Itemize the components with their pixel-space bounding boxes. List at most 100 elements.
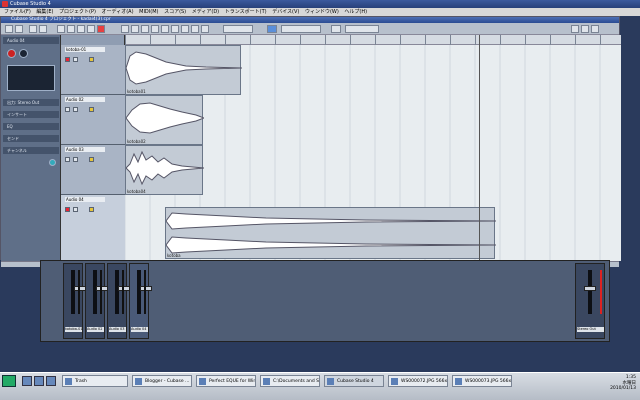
task-trash[interactable]: Trash	[62, 375, 128, 387]
track-mute-icon[interactable]	[65, 107, 70, 112]
menu-audio[interactable]: オーディオ(A)	[102, 9, 134, 15]
track-record-enable-icon[interactable]	[89, 207, 94, 212]
mixer-channel-strip[interactable]: Audio 04	[129, 263, 152, 339]
track-solo-icon[interactable]	[73, 57, 78, 62]
track-mute-icon[interactable]	[65, 157, 70, 162]
start-button[interactable]	[2, 375, 16, 387]
glue-tool-icon[interactable]	[151, 25, 159, 33]
track-name[interactable]: Audio 02	[65, 97, 105, 102]
auto-scroll-menu[interactable]	[223, 25, 253, 33]
activate-project-button[interactable]	[5, 25, 13, 33]
fader-cap[interactable]	[140, 286, 152, 291]
mixer-master-strip[interactable]: Stereo Out	[575, 263, 605, 339]
mixer-channel-strip[interactable]: Audio 03	[107, 263, 130, 339]
event-display[interactable]: kotoba01 kotoba02 kotoba04 kotoba	[125, 45, 621, 261]
zoom-tool-icon[interactable]	[171, 25, 179, 33]
window-maximize-icon[interactable]	[581, 25, 589, 33]
menu-devices[interactable]: デバイス(V)	[272, 9, 299, 15]
task-cubase[interactable]: Cubase Studio 4	[324, 375, 384, 387]
show-inspector-button[interactable]	[29, 25, 37, 33]
menu-score[interactable]: スコア(S)	[164, 9, 186, 15]
fader-track[interactable]	[93, 270, 108, 314]
track-mute-icon[interactable]	[65, 57, 70, 62]
menu-window[interactable]: ウィンドウ(W)	[305, 9, 339, 15]
task-ws000073[interactable]: WS000073.JPG 566x...	[452, 375, 512, 387]
mixer-channel-strip[interactable]: Audio 02	[85, 263, 108, 339]
insp-sends[interactable]: センド	[3, 135, 59, 142]
quicklaunch-ie-icon[interactable]	[22, 376, 32, 386]
window-close-icon[interactable]	[591, 25, 599, 33]
track-row[interactable]: Audio 04	[61, 195, 125, 261]
insp-channel[interactable]: チャンネル	[3, 147, 59, 154]
record-button[interactable]	[97, 25, 105, 33]
track-solo-icon[interactable]	[73, 107, 78, 112]
audio-event[interactable]: kotoba	[165, 207, 496, 259]
task-blogger[interactable]: Blogger - Cubase ...	[132, 375, 192, 387]
draw-tool-icon[interactable]	[191, 25, 199, 33]
range-select-tool-icon[interactable]	[131, 25, 139, 33]
insp-solo-icon[interactable]	[19, 49, 28, 58]
quantize-button[interactable]	[331, 25, 341, 33]
track-solo-icon[interactable]	[73, 207, 78, 212]
menu-edit[interactable]: 編集(E)	[36, 9, 53, 15]
inspector-track-name[interactable]: Audio 04	[3, 37, 59, 44]
fader-track[interactable]	[115, 270, 130, 314]
track-record-enable-icon[interactable]	[89, 107, 94, 112]
quicklaunch-desktop-icon[interactable]	[34, 376, 44, 386]
track-row[interactable]: kotoba-01	[61, 45, 125, 95]
playback-cursor[interactable]	[479, 35, 480, 261]
stop-button[interactable]	[77, 25, 85, 33]
track-row[interactable]: Audio 03	[61, 145, 125, 195]
fader-track[interactable]	[71, 270, 86, 314]
fader-track[interactable]	[137, 270, 152, 314]
menu-help[interactable]: ヘルプ(H)	[344, 9, 367, 15]
menu-transport[interactable]: トランスポート(T)	[225, 9, 267, 15]
constrain-delay-button[interactable]	[15, 25, 23, 33]
track-name[interactable]: Audio 03	[65, 147, 105, 152]
insp-eq[interactable]: EQ	[3, 123, 59, 130]
track-record-enable-icon[interactable]	[89, 57, 94, 62]
forward-button[interactable]	[67, 25, 75, 33]
split-tool-icon[interactable]	[141, 25, 149, 33]
task-perfect-eque[interactable]: Perfect EQUE for Windo...	[196, 375, 256, 387]
rewind-button[interactable]	[57, 25, 65, 33]
window-minimize-icon[interactable]	[571, 25, 579, 33]
insp-volume-display[interactable]	[7, 65, 55, 91]
play-button[interactable]	[87, 25, 95, 33]
mute-tool-icon[interactable]	[181, 25, 189, 33]
snap-type-select[interactable]	[281, 25, 321, 33]
mixer-channel-strip[interactable]: kotoba-01	[63, 263, 86, 339]
insp-edit-channel-icon[interactable]	[49, 159, 56, 166]
insp-mute-icon[interactable]	[7, 49, 16, 58]
insp-output-routing[interactable]: 出力: Stereo Out	[3, 99, 59, 106]
object-select-tool-icon[interactable]	[121, 25, 129, 33]
show-overview-button[interactable]	[39, 25, 47, 33]
quicklaunch-media-icon[interactable]	[46, 376, 56, 386]
menu-midi[interactable]: MIDI(M)	[139, 9, 158, 15]
level-meter	[600, 270, 602, 314]
track-row[interactable]: Audio 02	[61, 95, 125, 145]
track-solo-icon[interactable]	[73, 157, 78, 162]
menu-project[interactable]: プロジェクト(P)	[59, 9, 96, 15]
fader-track[interactable]	[584, 270, 596, 314]
system-clock[interactable]: 1:35 水曜日 2010/01/13	[596, 375, 636, 399]
play-tool-icon[interactable]	[201, 25, 209, 33]
erase-tool-icon[interactable]	[161, 25, 169, 33]
snap-button[interactable]	[267, 25, 277, 33]
level-meter	[78, 270, 80, 314]
audio-event[interactable]: kotoba02	[125, 95, 204, 145]
fader-cap[interactable]	[584, 286, 596, 291]
insp-inserts[interactable]: インサート	[3, 111, 59, 118]
menu-file[interactable]: ファイル(F)	[4, 9, 31, 15]
track-record-enable-icon[interactable]	[89, 157, 94, 162]
timeline-ruler[interactable]	[125, 35, 621, 45]
menu-media[interactable]: メディア(D)	[192, 9, 219, 15]
task-ws000072[interactable]: WS000072.JPG 566x...	[388, 375, 448, 387]
track-mute-icon[interactable]	[65, 207, 70, 212]
track-name[interactable]: kotoba-01	[65, 47, 105, 52]
audio-event[interactable]: kotoba04	[125, 145, 204, 195]
track-name[interactable]: Audio 04	[65, 197, 105, 202]
quantize-select[interactable]	[345, 25, 379, 33]
task-explorer[interactable]: C:\Documents and Setti...	[260, 375, 320, 387]
audio-event[interactable]: kotoba01	[125, 45, 242, 95]
